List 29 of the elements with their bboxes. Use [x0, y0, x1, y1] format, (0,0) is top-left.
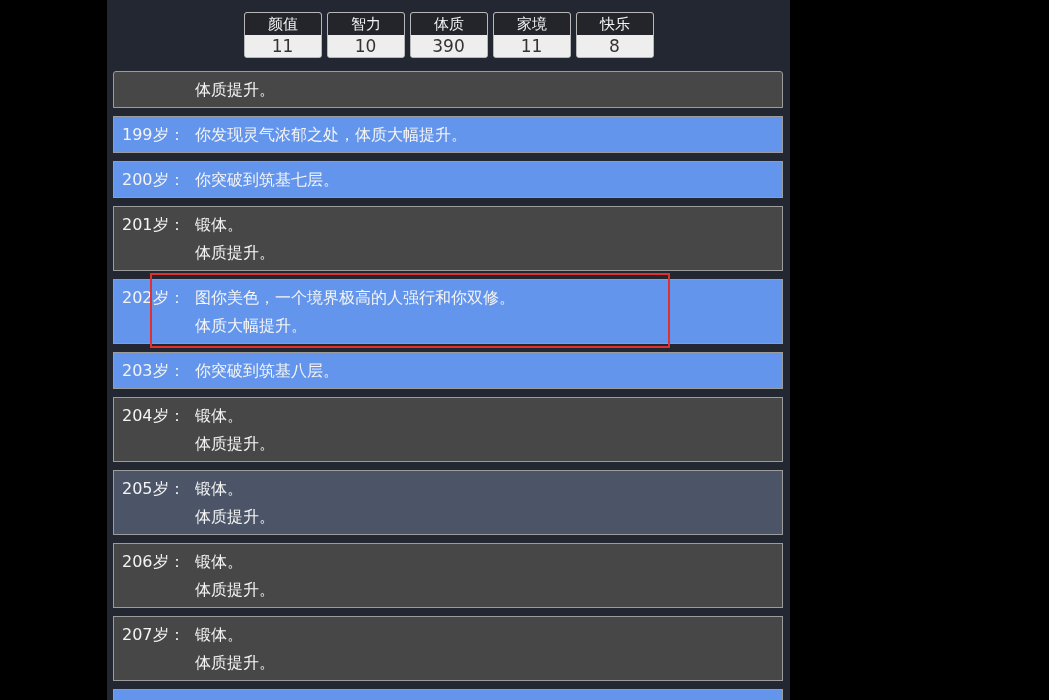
stat-label: 快乐	[576, 13, 653, 35]
age-label: 200岁：	[122, 169, 186, 191]
event-text: 锻体。	[195, 214, 244, 236]
age-label: 204岁：	[122, 405, 186, 427]
event-text: 体质提升。	[195, 506, 275, 528]
age-label: 203岁：	[122, 360, 186, 382]
event-text: 图你美色，一个境界极高的人强行和你双修。	[195, 287, 515, 309]
event-text: 体质提升。	[195, 579, 275, 601]
event-text: 你突破到筑基八层。	[195, 360, 339, 382]
age-label: 201岁：	[122, 214, 186, 236]
age-label: 205岁：	[122, 478, 186, 500]
event-text: 体质大幅提升。	[195, 315, 308, 337]
age-label: 207岁：	[122, 624, 186, 646]
stat-label: 体质	[410, 13, 487, 35]
event-text: 锻体。	[195, 405, 244, 427]
event-text: 体质提升。	[195, 433, 275, 455]
stat-label: 家境	[493, 13, 570, 35]
event-text: 你发现灵气浓郁之处，体质大幅提升。	[195, 124, 467, 146]
event-text: 体质提升。	[195, 652, 275, 674]
event-text: 锻体。	[195, 624, 244, 646]
age-label: 206岁：	[122, 551, 186, 573]
event-text: 体质提升。	[195, 79, 275, 101]
stat-label: 智力	[327, 13, 404, 35]
stat-label: 颜值	[244, 13, 321, 35]
event-text: 体质提升。	[195, 242, 275, 264]
event-text: 锻体。	[195, 478, 244, 500]
event-text: 你突破到筑基七层。	[195, 169, 339, 191]
event-text: 锻体。	[195, 551, 244, 573]
age-label: 199岁：	[122, 124, 186, 146]
